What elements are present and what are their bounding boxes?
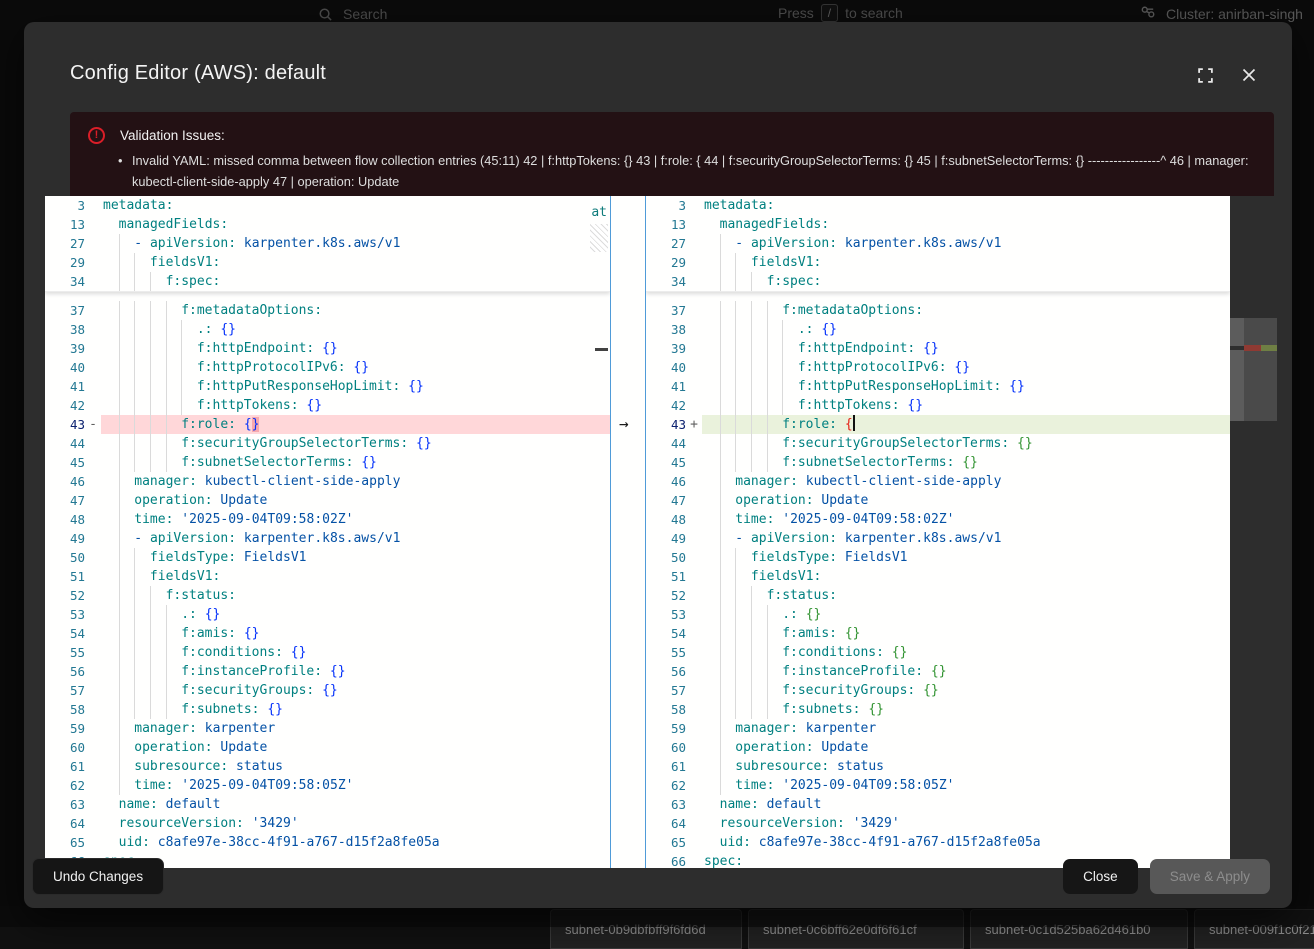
code-line[interactable]: 48time: '2025-09-04T09:58:02Z' xyxy=(45,510,610,529)
code-line[interactable]: 50fieldsType: FieldsV1 xyxy=(646,548,1230,567)
config-editor-modal: Config Editor (AWS): default ! Validatio… xyxy=(24,22,1292,908)
diff-modified-pane[interactable]: 3metadata:13managedFields:27- apiVersion… xyxy=(646,196,1230,868)
validation-message-text: Invalid YAML: missed comma between flow … xyxy=(132,153,1249,189)
collapsed-region-hatch[interactable] xyxy=(590,224,608,252)
code-line[interactable]: 44f:securityGroupSelectorTerms: {} xyxy=(45,434,610,453)
code-line[interactable]: 39f:httpEndpoint: {} xyxy=(646,339,1230,358)
bullet-icon: • xyxy=(118,150,122,171)
code-line[interactable]: 34f:spec: xyxy=(45,272,610,291)
validation-message: • Invalid YAML: missed comma between flo… xyxy=(132,150,1256,192)
code-line[interactable]: 63name: default xyxy=(646,795,1230,814)
diff-arrow-icon[interactable]: → xyxy=(619,414,629,433)
code-line[interactable]: 55f:conditions: {} xyxy=(646,643,1230,662)
code-line[interactable]: 46manager: kubectl-client-side-apply xyxy=(45,472,610,491)
code-line[interactable]: 56f:instanceProfile: {} xyxy=(45,662,610,681)
code-line[interactable]: 57f:securityGroups: {} xyxy=(45,681,610,700)
code-line[interactable]: 38.: {} xyxy=(646,320,1230,339)
code-line[interactable]: 45f:subnetSelectorTerms: {} xyxy=(45,453,610,472)
modal-footer: Undo Changes Close Save & Apply xyxy=(24,850,1292,908)
code-line[interactable]: 63name: default xyxy=(45,795,610,814)
scrollbar-thumb[interactable] xyxy=(1230,318,1244,421)
code-line[interactable]: 62time: '2025-09-04T09:58:05Z' xyxy=(45,776,610,795)
modal-title: Config Editor (AWS): default xyxy=(70,62,326,85)
code-line[interactable]: 40f:httpProtocolIPv6: {} xyxy=(646,358,1230,377)
code-line[interactable]: 29fieldsV1: xyxy=(646,253,1230,272)
code-line[interactable]: 54f:amis: {} xyxy=(646,624,1230,643)
code-line[interactable]: 60operation: Update xyxy=(45,738,610,757)
close-button[interactable]: Close xyxy=(1063,859,1138,894)
code-line[interactable]: 53.: {} xyxy=(45,605,610,624)
code-line[interactable]: 43-f:role: {} xyxy=(45,415,610,434)
code-line[interactable]: 42f:httpTokens: {} xyxy=(45,396,610,415)
code-line[interactable]: 64resourceVersion: '3429' xyxy=(646,814,1230,833)
code-line[interactable]: 58f:subnets: {} xyxy=(646,700,1230,719)
code-line[interactable]: 3metadata: xyxy=(646,196,1230,215)
overview-cursor-marker xyxy=(1230,346,1244,350)
overview-viewport-box[interactable] xyxy=(1244,318,1277,421)
modified-code[interactable]: 37f:metadataOptions:38.: {}39f:httpEndpo… xyxy=(646,301,1230,868)
code-line[interactable]: 34f:spec: xyxy=(646,272,1230,291)
code-line[interactable]: 59manager: karpenter xyxy=(45,719,610,738)
code-line[interactable]: 55f:conditions: {} xyxy=(45,643,610,662)
code-line[interactable]: 44f:securityGroupSelectorTerms: {} xyxy=(646,434,1230,453)
code-line[interactable]: 61subresource: status xyxy=(646,757,1230,776)
code-line[interactable]: 13managedFields: xyxy=(45,215,610,234)
overview-added-marker xyxy=(1261,345,1277,351)
code-line[interactable]: 54f:amis: {} xyxy=(45,624,610,643)
code-line[interactable]: 58f:subnets: {} xyxy=(45,700,610,719)
code-line[interactable]: 51fieldsV1: xyxy=(45,567,610,586)
code-line[interactable]: 45f:subnetSelectorTerms: {} xyxy=(646,453,1230,472)
code-line[interactable]: 46manager: kubectl-client-side-apply xyxy=(646,472,1230,491)
code-line[interactable]: 64resourceVersion: '3429' xyxy=(45,814,610,833)
code-line[interactable]: 39f:httpEndpoint: {} xyxy=(45,339,610,358)
undo-changes-button[interactable]: Undo Changes xyxy=(32,858,164,895)
original-code[interactable]: 37f:metadataOptions:38.: {}39f:httpEndpo… xyxy=(45,301,610,868)
code-line[interactable]: 13managedFields: xyxy=(646,215,1230,234)
close-icon[interactable] xyxy=(1236,62,1262,88)
code-line[interactable]: 27- apiVersion: karpenter.k8s.aws/v1 xyxy=(45,234,610,253)
diff-sash[interactable]: → xyxy=(610,196,646,868)
fold-region-label: at xyxy=(591,205,607,220)
code-line[interactable]: 60operation: Update xyxy=(646,738,1230,757)
code-line[interactable]: 37f:metadataOptions: xyxy=(45,301,610,320)
code-line[interactable]: 51fieldsV1: xyxy=(646,567,1230,586)
code-line[interactable]: 57f:securityGroups: {} xyxy=(646,681,1230,700)
code-line[interactable]: 52f:status: xyxy=(45,586,610,605)
code-line[interactable]: 52f:status: xyxy=(646,586,1230,605)
overview-cursor-marker xyxy=(595,348,608,351)
diff-original-pane[interactable]: 3metadata:13managedFields:27- apiVersion… xyxy=(45,196,610,868)
code-line[interactable]: 47operation: Update xyxy=(45,491,610,510)
validation-title: Validation Issues: xyxy=(120,128,225,143)
fullscreen-button[interactable] xyxy=(1192,62,1218,88)
code-line[interactable]: 27- apiVersion: karpenter.k8s.aws/v1 xyxy=(646,234,1230,253)
code-line[interactable]: 29fieldsV1: xyxy=(45,253,610,272)
code-line[interactable]: 61subresource: status xyxy=(45,757,610,776)
diff-overview-ruler[interactable] xyxy=(1230,196,1277,868)
code-line[interactable]: 40f:httpProtocolIPv6: {} xyxy=(45,358,610,377)
save-apply-button[interactable]: Save & Apply xyxy=(1150,859,1270,894)
code-line[interactable]: 49- apiVersion: karpenter.k8s.aws/v1 xyxy=(646,529,1230,548)
code-line[interactable]: 56f:instanceProfile: {} xyxy=(646,662,1230,681)
code-line[interactable]: 62time: '2025-09-04T09:58:05Z' xyxy=(646,776,1230,795)
code-line[interactable]: 41f:httpPutResponseHopLimit: {} xyxy=(45,377,610,396)
error-icon: ! xyxy=(88,127,105,144)
sticky-scroll-left[interactable]: 3metadata:13managedFields:27- apiVersion… xyxy=(45,196,610,292)
code-line[interactable]: 47operation: Update xyxy=(646,491,1230,510)
code-line[interactable]: 50fieldsType: FieldsV1 xyxy=(45,548,610,567)
validation-banner: ! Validation Issues: • Invalid YAML: mis… xyxy=(70,112,1274,204)
code-line[interactable]: 48time: '2025-09-04T09:58:02Z' xyxy=(646,510,1230,529)
code-line[interactable]: 3metadata: xyxy=(45,196,610,215)
code-line[interactable]: 37f:metadataOptions: xyxy=(646,301,1230,320)
sticky-scroll-right[interactable]: 3metadata:13managedFields:27- apiVersion… xyxy=(646,196,1230,292)
overview-removed-marker xyxy=(1244,345,1261,351)
code-line[interactable]: 38.: {} xyxy=(45,320,610,339)
code-line[interactable]: 59manager: karpenter xyxy=(646,719,1230,738)
yaml-diff-editor: 3metadata:13managedFields:27- apiVersion… xyxy=(45,196,1277,868)
code-line[interactable]: 42f:httpTokens: {} xyxy=(646,396,1230,415)
code-line[interactable]: 53.: {} xyxy=(646,605,1230,624)
code-line[interactable]: 41f:httpPutResponseHopLimit: {} xyxy=(646,377,1230,396)
code-line[interactable]: 49- apiVersion: karpenter.k8s.aws/v1 xyxy=(45,529,610,548)
code-line[interactable]: 43+f:role: { xyxy=(646,415,1230,434)
